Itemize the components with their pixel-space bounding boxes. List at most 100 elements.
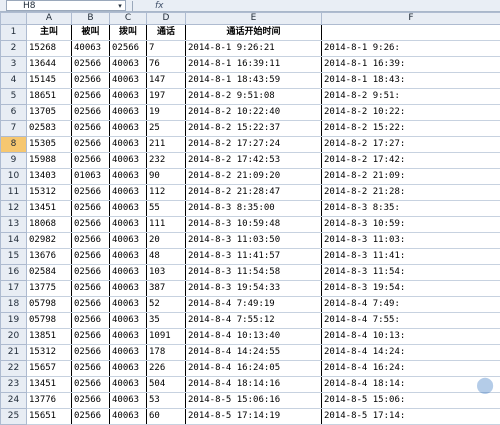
cell[interactable]: 19 [147, 105, 186, 121]
cell[interactable]: 2014-8-3 10:59: [322, 217, 500, 233]
cell[interactable]: 02566 [72, 297, 110, 313]
cell[interactable]: 40063 [110, 121, 147, 137]
row-header[interactable]: 24 [1, 393, 27, 409]
cell[interactable]: 2014-8-3 10:59:48 [186, 217, 322, 233]
cell[interactable]: 2014-8-3 11:41: [322, 249, 500, 265]
name-box[interactable]: H8 ▾ [6, 0, 126, 11]
cell[interactable]: 通话开始时间 [186, 25, 322, 41]
cell[interactable]: 13775 [27, 281, 72, 297]
cell[interactable]: 15312 [27, 345, 72, 361]
cell[interactable]: 13776 [27, 393, 72, 409]
cell[interactable]: 504 [147, 377, 186, 393]
cell[interactable]: 197 [147, 89, 186, 105]
cell[interactable]: 40063 [110, 345, 147, 361]
cell[interactable]: 2014-8-3 11:54:58 [186, 265, 322, 281]
cell[interactable]: 2014-8-1 9:26:21 [186, 41, 322, 57]
cell[interactable]: 2014-8-3 19:54: [322, 281, 500, 297]
cell[interactable]: 2014-8-4 18:14:16 [186, 377, 322, 393]
cell[interactable]: 211 [147, 137, 186, 153]
cell[interactable]: 02566 [72, 217, 110, 233]
cell[interactable]: 02566 [72, 249, 110, 265]
cell[interactable]: 2014-8-4 10:13:40 [186, 329, 322, 345]
cell[interactable]: 拨叫 [110, 25, 147, 41]
row-header[interactable]: 6 [1, 105, 27, 121]
cell[interactable]: 178 [147, 345, 186, 361]
cell[interactable]: 40063 [110, 377, 147, 393]
cell[interactable]: 2014-8-5 17:14:19 [186, 409, 322, 425]
cell[interactable]: 18068 [27, 217, 72, 233]
cell[interactable]: 40063 [110, 329, 147, 345]
cell[interactable]: 2014-8-4 14:24:55 [186, 345, 322, 361]
cell[interactable]: 2014-8-4 10:13: [322, 329, 500, 345]
cell[interactable]: 13851 [27, 329, 72, 345]
cell[interactable]: 40063 [110, 361, 147, 377]
row-header[interactable]: 19 [1, 313, 27, 329]
cell[interactable]: 02566 [72, 201, 110, 217]
cell[interactable]: 2014-8-1 9:26: [322, 41, 500, 57]
cell[interactable]: 02566 [72, 393, 110, 409]
cell[interactable]: 2014-8-4 14:24: [322, 345, 500, 361]
cell[interactable]: 25 [147, 121, 186, 137]
row-header[interactable]: 13 [1, 217, 27, 233]
cell[interactable]: 2014-8-2 15:22:37 [186, 121, 322, 137]
cell[interactable]: 76 [147, 57, 186, 73]
cell[interactable]: 40063 [110, 105, 147, 121]
cell[interactable]: 40063 [72, 41, 110, 57]
cell[interactable]: 2014-8-2 17:42: [322, 153, 500, 169]
row-header[interactable]: 17 [1, 281, 27, 297]
row-header[interactable]: 25 [1, 409, 27, 425]
cell[interactable]: 226 [147, 361, 186, 377]
column-header-c[interactable]: C [110, 13, 147, 25]
row-header[interactable]: 21 [1, 345, 27, 361]
cell[interactable]: 40063 [110, 201, 147, 217]
cell[interactable]: 02566 [110, 41, 147, 57]
row-header[interactable]: 11 [1, 185, 27, 201]
cell[interactable]: 2014-8-2 9:51:08 [186, 89, 322, 105]
cell[interactable]: 90 [147, 169, 186, 185]
cell[interactable]: 2014-8-1 18:43: [322, 73, 500, 89]
cell[interactable]: 02566 [72, 313, 110, 329]
row-header[interactable]: 8 [1, 137, 27, 153]
cell[interactable]: 2014-8-3 8:35: [322, 201, 500, 217]
cell[interactable]: 02566 [72, 57, 110, 73]
row-header[interactable]: 20 [1, 329, 27, 345]
cell[interactable]: 13451 [27, 377, 72, 393]
cell[interactable]: 40063 [110, 153, 147, 169]
cell[interactable]: 40063 [110, 281, 147, 297]
column-header-d[interactable]: D [147, 13, 186, 25]
cell[interactable]: 15657 [27, 361, 72, 377]
cell[interactable]: 40063 [110, 409, 147, 425]
cell[interactable]: 2014-8-4 7:49:19 [186, 297, 322, 313]
cell[interactable]: 2014-8-3 11:03:50 [186, 233, 322, 249]
cell[interactable]: 15651 [27, 409, 72, 425]
cell[interactable]: 40063 [110, 169, 147, 185]
cell[interactable]: 40063 [110, 233, 147, 249]
cell[interactable]: 60 [147, 409, 186, 425]
cell[interactable]: 15268 [27, 41, 72, 57]
cell[interactable]: 52 [147, 297, 186, 313]
cell[interactable]: 2014-8-2 9:51: [322, 89, 500, 105]
cell[interactable]: 02566 [72, 233, 110, 249]
row-header[interactable]: 9 [1, 153, 27, 169]
cell[interactable]: 40063 [110, 89, 147, 105]
cell[interactable]: 2014-8-2 15:22: [322, 121, 500, 137]
cell[interactable]: 7 [147, 41, 186, 57]
cell[interactable]: 02566 [72, 361, 110, 377]
row-header[interactable]: 7 [1, 121, 27, 137]
cell[interactable]: 15988 [27, 153, 72, 169]
cell[interactable]: 02982 [27, 233, 72, 249]
cell[interactable]: 2014-8-1 18:43:59 [186, 73, 322, 89]
row-header[interactable]: 2 [1, 41, 27, 57]
cell[interactable]: 387 [147, 281, 186, 297]
cell[interactable]: 40063 [110, 217, 147, 233]
cell[interactable]: 2014-8-1 16:39: [322, 57, 500, 73]
cell[interactable]: 2014-8-5 15:06: [322, 393, 500, 409]
cell[interactable]: 2014-8-2 21:28:47 [186, 185, 322, 201]
cell[interactable]: 被叫 [72, 25, 110, 41]
cell[interactable]: 55 [147, 201, 186, 217]
row-header[interactable]: 3 [1, 57, 27, 73]
cell[interactable]: 02566 [72, 329, 110, 345]
cell[interactable]: 40063 [110, 265, 147, 281]
cell[interactable]: 147 [147, 73, 186, 89]
cell[interactable]: 40063 [110, 73, 147, 89]
